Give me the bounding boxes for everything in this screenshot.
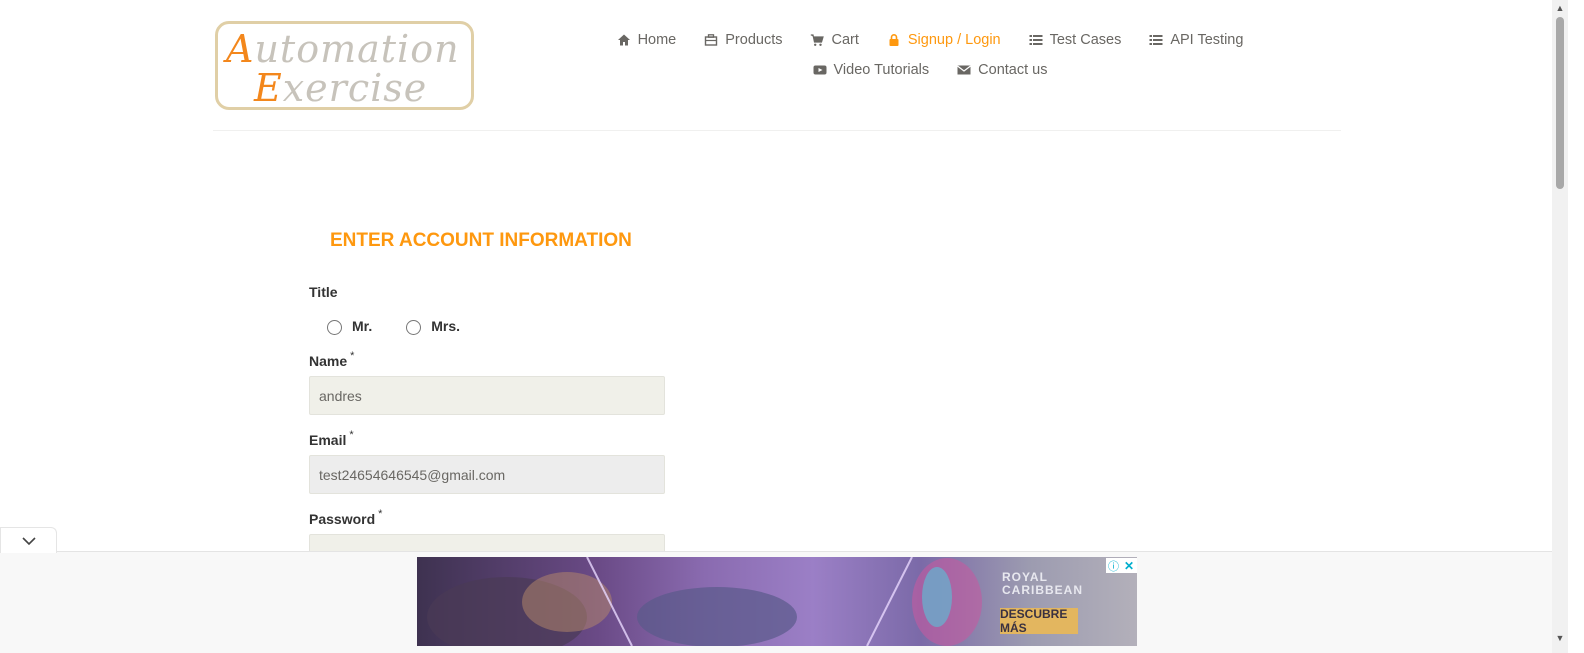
main-nav: Home Products Cart Signup / Login Test C… [600,28,1260,88]
title-mrs-label[interactable]: Mrs. [431,318,460,334]
lock-icon [887,33,901,47]
nav-row-1: Home Products Cart Signup / Login Test C… [600,28,1260,52]
nav-cart[interactable]: Cart [810,32,859,48]
scrollbar-thumb[interactable] [1556,17,1564,189]
ad-brand-text: ROYAL CARIBBEAN [1002,570,1083,597]
nav-video-tutorials[interactable]: Video Tutorials [813,62,929,78]
youtube-icon [813,63,827,77]
nav-signup-login[interactable]: Signup / Login [887,32,1001,48]
title-radio-group: Mr. Mrs. [327,317,494,335]
scroll-down-icon[interactable]: ▼ [1555,633,1565,643]
email-input[interactable]: test24654646545@gmail.com [309,455,665,494]
home-icon [617,33,631,47]
title-mr-label[interactable]: Mr. [352,318,372,334]
products-icon [704,33,718,47]
nav-row-2: Video Tutorials Contact us [600,58,1260,82]
required-mark: * [378,508,383,520]
nav-contact-us[interactable]: Contact us [957,62,1047,78]
chevron-down-icon [21,536,36,545]
ad-cta-button[interactable]: DESCUBRE MÁS [1000,607,1078,635]
logo-line2: Exercise [254,66,428,110]
list-icon [1149,33,1163,47]
required-mark: * [349,429,354,441]
nav-api-testing[interactable]: API Testing [1149,32,1243,48]
nav-products[interactable]: Products [704,32,782,48]
nav-home[interactable]: Home [617,32,676,48]
list-icon [1029,33,1043,47]
header-divider [213,130,1341,131]
required-mark: * [350,350,355,362]
info-icon[interactable]: ⓘ [1106,558,1121,573]
title-mr-radio[interactable] [327,320,342,335]
envelope-icon [957,63,972,77]
site-logo[interactable]: Automation Exercise [215,21,474,110]
ad-collapse-button[interactable] [0,527,57,553]
nav-test-cases[interactable]: Test Cases [1029,32,1121,48]
close-icon[interactable]: ✕ [1121,558,1137,573]
scroll-up-icon[interactable]: ▲ [1555,3,1565,13]
cart-icon [810,33,825,47]
title-label: Title [309,284,338,300]
password-label: Password * [309,508,383,527]
logo-line1: Automation [226,27,460,71]
email-label: Email * [309,429,354,448]
title-mrs-radio[interactable] [406,320,422,335]
name-input[interactable]: andres [309,376,665,415]
name-label: Name * [309,350,355,369]
form-title: ENTER ACCOUNT INFORMATION [330,230,632,251]
